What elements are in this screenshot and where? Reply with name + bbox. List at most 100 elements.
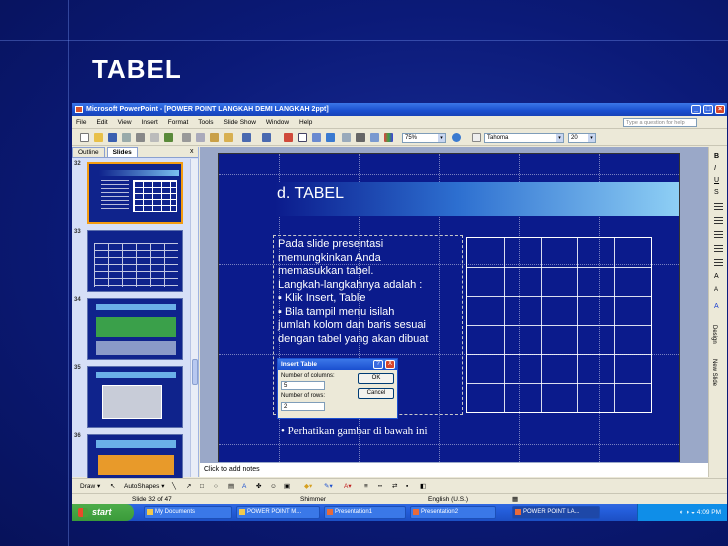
rows-input[interactable]: 2 bbox=[281, 402, 325, 411]
help-icon[interactable] bbox=[452, 133, 461, 142]
insert-hyperlink-icon[interactable] bbox=[326, 133, 335, 142]
insert-picture-icon[interactable]: ▣ bbox=[284, 479, 290, 494]
select-pointer-icon[interactable]: ↖ bbox=[110, 479, 115, 494]
save-icon[interactable] bbox=[108, 133, 117, 142]
new-document-icon[interactable] bbox=[80, 133, 89, 142]
textbox-icon[interactable]: ▤ bbox=[228, 479, 234, 494]
italic-icon[interactable]: I bbox=[714, 165, 723, 174]
paste-icon[interactable] bbox=[210, 133, 219, 142]
numbering-icon[interactable] bbox=[714, 245, 723, 254]
line-style-icon[interactable]: ≡ bbox=[364, 479, 368, 494]
show-formatting-icon[interactable] bbox=[356, 133, 365, 142]
line-color-icon[interactable]: ✎▾ bbox=[324, 479, 333, 494]
autoshapes-menu[interactable]: AutoShapes ▾ bbox=[124, 479, 165, 494]
ok-button[interactable]: OK bbox=[358, 373, 394, 384]
tables-borders-icon[interactable] bbox=[312, 133, 321, 142]
bold-icon[interactable]: B bbox=[714, 153, 723, 162]
copy-icon[interactable] bbox=[196, 133, 205, 142]
wordart-icon[interactable]: A bbox=[242, 479, 246, 494]
slide-thumbnail-35[interactable]: 35 bbox=[72, 365, 190, 431]
redo-icon[interactable] bbox=[262, 133, 271, 142]
slide-thumbnail-34[interactable]: 34 bbox=[72, 297, 190, 363]
format-painter-icon[interactable] bbox=[224, 133, 233, 142]
slide-thumbnail-32[interactable]: 32 bbox=[72, 161, 190, 227]
shadow-style-icon[interactable]: ▪ bbox=[406, 479, 408, 494]
menu-window[interactable]: Window bbox=[262, 116, 293, 129]
permission-icon[interactable] bbox=[122, 133, 131, 142]
cut-icon[interactable] bbox=[182, 133, 191, 142]
align-right-icon[interactable] bbox=[714, 231, 723, 240]
taskbar-item-presentation1[interactable]: Presentation1 bbox=[324, 506, 406, 519]
close-icon[interactable]: X bbox=[385, 360, 395, 369]
font-size-select[interactable]: 20 ▾ bbox=[568, 133, 596, 143]
open-folder-icon[interactable] bbox=[94, 133, 103, 142]
grid-icon[interactable] bbox=[370, 133, 379, 142]
notes-field[interactable]: Click to add notes bbox=[200, 462, 708, 477]
slide-body-text[interactable]: Pada slide presentasi memungkinkan Anda … bbox=[278, 238, 468, 346]
spelling-icon[interactable] bbox=[164, 133, 173, 142]
start-button[interactable]: start bbox=[72, 504, 134, 521]
close-pane-icon[interactable]: x bbox=[190, 148, 194, 155]
arrow-icon[interactable]: ↗ bbox=[186, 479, 191, 494]
line-icon[interactable]: ╲ bbox=[172, 479, 176, 494]
scrollbar-thumb[interactable] bbox=[192, 359, 198, 385]
bullets-icon[interactable] bbox=[714, 259, 723, 268]
draw-menu[interactable]: Draw ▾ bbox=[80, 479, 100, 494]
insert-table-icon[interactable] bbox=[298, 133, 307, 142]
tab-outline[interactable]: Outline bbox=[72, 147, 105, 157]
font-select[interactable]: Tahoma ▾ bbox=[484, 133, 564, 143]
tab-slides[interactable]: Slides bbox=[106, 147, 138, 157]
decrease-font-icon[interactable]: A bbox=[714, 287, 723, 296]
insert-chart-icon[interactable] bbox=[284, 133, 293, 142]
columns-input[interactable]: 5 bbox=[281, 381, 325, 390]
rectangle-icon[interactable]: □ bbox=[200, 479, 204, 494]
menu-view[interactable]: View bbox=[114, 116, 136, 129]
slide-thumbnail-33[interactable]: 33 bbox=[72, 229, 190, 295]
maximize-button[interactable]: □ bbox=[703, 105, 713, 114]
clip-art-icon[interactable]: ☺ bbox=[270, 479, 277, 494]
help-search-input[interactable]: Type a question for help bbox=[623, 118, 697, 127]
taskbar-item-presentation2[interactable]: Presentation2 bbox=[410, 506, 496, 519]
oval-icon[interactable]: ○ bbox=[214, 479, 218, 494]
align-left-icon[interactable] bbox=[714, 203, 723, 212]
font-color-draw-icon[interactable]: A▾ bbox=[344, 479, 352, 494]
design-button[interactable]: Design bbox=[711, 325, 717, 344]
arrow-style-icon[interactable]: ⇄ bbox=[392, 479, 397, 494]
cancel-button[interactable]: Cancel bbox=[358, 388, 394, 399]
3d-style-icon[interactable]: ◧ bbox=[420, 479, 426, 494]
align-center-icon[interactable] bbox=[714, 217, 723, 226]
menu-insert[interactable]: Insert bbox=[138, 116, 162, 129]
slide-canvas[interactable]: d. TABEL Pada slide presentasi memungkin… bbox=[218, 153, 680, 475]
menu-file[interactable]: File bbox=[72, 116, 90, 129]
undo-icon[interactable] bbox=[242, 133, 251, 142]
menu-format[interactable]: Format bbox=[164, 116, 193, 129]
menu-edit[interactable]: Edit bbox=[92, 116, 111, 129]
taskbar-item-my-documents[interactable]: My Documents bbox=[144, 506, 232, 519]
print-icon[interactable] bbox=[136, 133, 145, 142]
print-preview-icon[interactable] bbox=[150, 133, 159, 142]
color-grayscale-icon[interactable] bbox=[384, 133, 393, 142]
increase-font-icon[interactable]: A bbox=[714, 273, 723, 282]
slides-scrollbar[interactable] bbox=[190, 159, 198, 477]
inserted-table[interactable] bbox=[466, 237, 652, 413]
font-color-icon[interactable]: A bbox=[714, 303, 723, 312]
new-slide-button[interactable]: New Slide bbox=[711, 359, 717, 386]
expand-all-icon[interactable] bbox=[342, 133, 351, 142]
menu-slide-show[interactable]: Slide Show bbox=[219, 116, 260, 129]
slide-footer-text[interactable]: • Perhatikan gambar di bawah ini bbox=[281, 425, 428, 437]
minimize-button[interactable]: _ bbox=[691, 105, 701, 114]
menu-tools[interactable]: Tools bbox=[194, 116, 217, 129]
underline-icon[interactable]: U bbox=[714, 177, 723, 186]
fill-color-icon[interactable]: ◆▾ bbox=[304, 479, 312, 494]
shadow-icon[interactable]: S bbox=[714, 189, 723, 198]
dash-style-icon[interactable]: ┅ bbox=[378, 479, 382, 494]
close-window-button[interactable]: × bbox=[715, 105, 725, 114]
tray-icon[interactable]: ◐ ◑ ◒ bbox=[680, 509, 697, 516]
taskbar-item-power-point-m[interactable]: POWER POINT M... bbox=[236, 506, 320, 519]
zoom-select[interactable]: 75% ▾ bbox=[402, 133, 446, 143]
diagram-icon[interactable]: ✤ bbox=[256, 479, 261, 494]
menu-help[interactable]: Help bbox=[295, 116, 316, 129]
help-icon[interactable]: ? bbox=[373, 360, 383, 369]
slide-heading[interactable]: d. TABEL bbox=[277, 185, 344, 203]
taskbar-item-power-point-la[interactable]: POWER POINT LA... bbox=[512, 506, 600, 519]
